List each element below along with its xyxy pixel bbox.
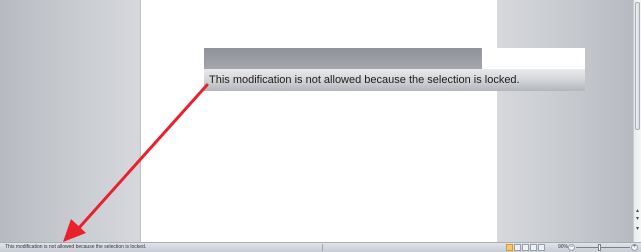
- zoom-level[interactable]: 90%: [558, 243, 568, 252]
- zoom-slider-track[interactable]: [576, 247, 630, 248]
- view-buttons: [506, 244, 545, 251]
- web-layout-icon[interactable]: [522, 244, 529, 251]
- status-divider: [322, 244, 323, 251]
- status-message: This modification is not allowed because…: [5, 244, 147, 250]
- zoom-in-button[interactable]: +: [631, 244, 638, 251]
- outline-view-icon[interactable]: [530, 244, 537, 251]
- draft-view-icon[interactable]: [538, 244, 545, 251]
- status-bar: This modification is not allowed because…: [0, 242, 641, 252]
- full-screen-reading-icon[interactable]: [514, 244, 521, 251]
- zoom-slider-thumb[interactable]: [598, 244, 601, 251]
- annotation-arrow: [63, 83, 209, 242]
- print-layout-view-icon[interactable]: [506, 244, 513, 251]
- zoom-out-button[interactable]: −: [568, 244, 575, 251]
- arrow-shaft: [76, 83, 209, 231]
